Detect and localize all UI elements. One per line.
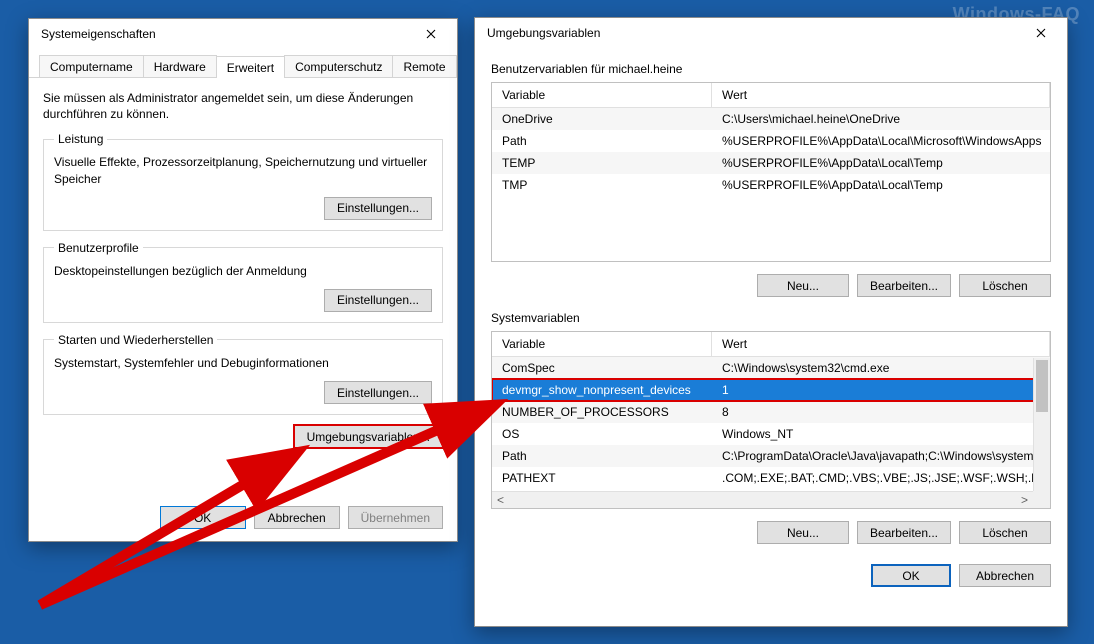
user-edit-button[interactable]: Bearbeiten... xyxy=(857,274,951,297)
table-row[interactable]: devmgr_show_nonpresent_devices1 xyxy=(492,379,1050,401)
user-variables-label: Benutzervariablen für michael.heine xyxy=(475,48,1067,82)
cell-value: 1 xyxy=(712,382,1050,398)
system-variables-buttons: Neu... Bearbeiten... Löschen xyxy=(475,509,1067,544)
horizontal-scrollbar[interactable]: < > xyxy=(492,491,1033,508)
environment-variables-dialog: Umgebungsvariablen Benutzervariablen für… xyxy=(474,17,1068,627)
cell-variable: TMP xyxy=(492,177,712,193)
user-new-button[interactable]: Neu... xyxy=(757,274,849,297)
group-userprofiles: Benutzerprofile Desktopeinstellungen bez… xyxy=(43,241,443,323)
tab-computerschutz[interactable]: Computerschutz xyxy=(284,55,393,77)
cell-variable: devmgr_show_nonpresent_devices xyxy=(492,382,712,398)
cell-variable: Path xyxy=(492,133,712,149)
cell-value: C:\ProgramData\Oracle\Java\javapath;C:\W… xyxy=(712,448,1050,464)
startup-description: Systemstart, Systemfehler und Debuginfor… xyxy=(54,355,432,371)
ok-button[interactable]: OK xyxy=(871,564,951,587)
apply-button[interactable]: Übernehmen xyxy=(348,506,443,529)
scroll-corner xyxy=(1033,491,1050,508)
dialog-footer: OK Abbrechen xyxy=(475,544,1067,601)
dialog-title: Systemeigenschaften xyxy=(41,27,156,41)
cell-variable: ComSpec xyxy=(492,360,712,376)
sys-edit-button[interactable]: Bearbeiten... xyxy=(857,521,951,544)
header-variable[interactable]: Variable xyxy=(492,83,712,107)
scroll-left-icon[interactable]: < xyxy=(492,493,509,507)
cell-value: %USERPROFILE%\AppData\Local\Temp xyxy=(712,155,1050,171)
tab-hardware[interactable]: Hardware xyxy=(143,55,217,77)
user-delete-button[interactable]: Löschen xyxy=(959,274,1051,297)
group-performance-legend: Leistung xyxy=(54,132,107,146)
user-variables-buttons: Neu... Bearbeiten... Löschen xyxy=(475,262,1067,297)
cell-variable: OneDrive xyxy=(492,111,712,127)
system-properties-dialog: Systemeigenschaften Computername Hardwar… xyxy=(28,18,458,542)
system-variables-list[interactable]: Variable Wert ComSpecC:\Windows\system32… xyxy=(491,331,1051,509)
cell-variable: Path xyxy=(492,448,712,464)
titlebar: Umgebungsvariablen xyxy=(475,18,1067,48)
cell-variable: PATHEXT xyxy=(492,470,712,486)
cell-variable: TEMP xyxy=(492,155,712,171)
vertical-scrollbar[interactable] xyxy=(1033,358,1050,491)
tab-computername[interactable]: Computername xyxy=(39,55,144,77)
cell-value: C:\Users\michael.heine\OneDrive xyxy=(712,111,1050,127)
table-row[interactable]: NUMBER_OF_PROCESSORS8 xyxy=(492,401,1050,423)
list-header: Variable Wert xyxy=(492,83,1050,108)
cell-value: Windows_NT xyxy=(712,426,1050,442)
startup-settings-button[interactable]: Einstellungen... xyxy=(324,381,432,404)
user-variables-list[interactable]: Variable Wert OneDriveC:\Users\michael.h… xyxy=(491,82,1051,262)
cell-value: %USERPROFILE%\AppData\Local\Microsoft\Wi… xyxy=(712,133,1050,149)
table-row[interactable]: TMP%USERPROFILE%\AppData\Local\Temp xyxy=(492,174,1050,196)
table-row[interactable]: OSWindows_NT xyxy=(492,423,1050,445)
dialog-title: Umgebungsvariablen xyxy=(487,26,600,40)
table-row[interactable]: ComSpecC:\Windows\system32\cmd.exe xyxy=(492,357,1050,379)
group-userprofiles-legend: Benutzerprofile xyxy=(54,241,143,255)
cell-value: %USERPROFILE%\AppData\Local\Temp xyxy=(712,177,1050,193)
scroll-right-icon[interactable]: > xyxy=(1016,493,1033,507)
table-row[interactable]: PATHEXT.COM;.EXE;.BAT;.CMD;.VBS;.VBE;.JS… xyxy=(492,467,1050,489)
cancel-button[interactable]: Abbrechen xyxy=(254,506,340,529)
tab-strip: Computername Hardware Erweitert Computer… xyxy=(29,49,457,78)
cell-variable: OS xyxy=(492,426,712,442)
header-value[interactable]: Wert xyxy=(712,83,1050,107)
userprofiles-settings-button[interactable]: Einstellungen... xyxy=(324,289,432,312)
sys-delete-button[interactable]: Löschen xyxy=(959,521,1051,544)
cell-value: .COM;.EXE;.BAT;.CMD;.VBS;.VBE;.JS;.JSE;.… xyxy=(712,470,1050,486)
header-value[interactable]: Wert xyxy=(712,332,1050,356)
system-variables-label: Systemvariablen xyxy=(475,297,1067,331)
dialog-body: Sie müssen als Administrator angemeldet … xyxy=(29,78,457,468)
userprofiles-description: Desktopeinstellungen bezüglich der Anmel… xyxy=(54,263,432,279)
ok-button[interactable]: OK xyxy=(160,506,246,529)
cell-variable: NUMBER_OF_PROCESSORS xyxy=(492,404,712,420)
sys-new-button[interactable]: Neu... xyxy=(757,521,849,544)
list-header: Variable Wert xyxy=(492,332,1050,357)
cell-value: C:\Windows\system32\cmd.exe xyxy=(712,360,1050,376)
tab-remote[interactable]: Remote xyxy=(392,55,456,77)
environment-variables-button[interactable]: Umgebungsvariablen... xyxy=(294,425,443,448)
close-icon[interactable] xyxy=(1023,23,1059,43)
group-performance: Leistung Visuelle Effekte, Prozessorzeit… xyxy=(43,132,443,230)
group-startup: Starten und Wiederherstellen Systemstart… xyxy=(43,333,443,415)
table-row[interactable]: PathC:\ProgramData\Oracle\Java\javapath;… xyxy=(492,445,1050,467)
cell-value: 8 xyxy=(712,404,1050,420)
table-row[interactable]: OneDriveC:\Users\michael.heine\OneDrive xyxy=(492,108,1050,130)
group-startup-legend: Starten und Wiederherstellen xyxy=(54,333,217,347)
header-variable[interactable]: Variable xyxy=(492,332,712,356)
dialog-footer: OK Abbrechen Übernehmen xyxy=(43,506,443,529)
table-row[interactable]: TEMP%USERPROFILE%\AppData\Local\Temp xyxy=(492,152,1050,174)
cancel-button[interactable]: Abbrechen xyxy=(959,564,1051,587)
performance-description: Visuelle Effekte, Prozessorzeitplanung, … xyxy=(54,154,432,186)
admin-note: Sie müssen als Administrator angemeldet … xyxy=(43,90,443,122)
titlebar: Systemeigenschaften xyxy=(29,19,457,49)
table-row[interactable]: Path%USERPROFILE%\AppData\Local\Microsof… xyxy=(492,130,1050,152)
performance-settings-button[interactable]: Einstellungen... xyxy=(324,197,432,220)
tab-erweitert[interactable]: Erweitert xyxy=(216,56,285,78)
close-icon[interactable] xyxy=(413,24,449,44)
